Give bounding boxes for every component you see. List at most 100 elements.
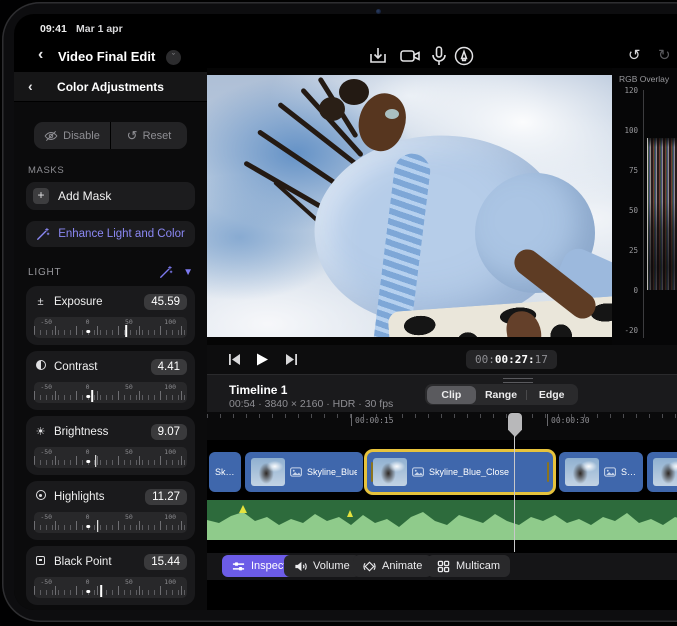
ruler-label: 0: [86, 448, 90, 456]
slider-ruler[interactable]: -50 0 50 100: [34, 447, 187, 468]
clip-name: Skyline_Blue_Close: [429, 467, 509, 477]
panel-title: Color Adjustments: [14, 72, 207, 102]
slider-value[interactable]: 4.41: [151, 359, 187, 375]
slider-cursor[interactable]: [95, 455, 97, 467]
next-frame-icon[interactable]: [283, 352, 299, 367]
ruler-label: 50: [125, 578, 133, 586]
slider-ruler[interactable]: -50 0 50 100: [34, 317, 187, 338]
scope-tick: 50: [612, 206, 638, 215]
multicam-button[interactable]: Multicam: [427, 555, 510, 577]
collapse-chevron-icon[interactable]: ▼: [183, 267, 193, 278]
enhance-label: Enhance Light and Color: [58, 228, 185, 240]
mode-edge[interactable]: Edge: [527, 386, 577, 404]
clip-name: Skyline_Blue_Wide: [307, 467, 357, 477]
ipad-mockup: 09:41 Mar 1 apr ‹ Video Final Edit ˇ: [0, 0, 677, 626]
ruler-label: 50: [125, 383, 133, 391]
audio-track[interactable]: [207, 500, 677, 540]
clip-name: S…: [621, 467, 636, 477]
eye-off-icon: [44, 130, 58, 142]
slider-brightness: ☀ Brightness 9.07 -50 0 50 100: [26, 416, 195, 475]
ruler-label: 100: [164, 513, 176, 521]
scope-tick: 0: [612, 286, 638, 295]
reset-label: Reset: [143, 130, 172, 142]
import-icon[interactable]: [366, 44, 390, 68]
panel-header: ‹ Color Adjustments: [14, 72, 207, 102]
scope-tick: -20: [612, 326, 638, 335]
black-point-icon: [34, 556, 47, 569]
slider-ruler[interactable]: -50 0 50 100: [34, 512, 187, 533]
mode-range[interactable]: Range: [476, 386, 526, 404]
slider-ruler[interactable]: -50 0 50 100: [34, 382, 187, 403]
slider-contrast: Contrast 4.41 -50 0 50 100: [26, 351, 195, 410]
microphone-icon[interactable]: [427, 44, 451, 68]
slider-ruler[interactable]: -50 0 50 100: [34, 577, 187, 598]
ruler-label: 100: [164, 318, 176, 326]
timecode-main: 00:27:: [495, 353, 535, 366]
volume-button[interactable]: Volume: [284, 555, 360, 577]
plus-minus-icon: ±: [34, 296, 47, 309]
sliders-icon: [232, 560, 245, 573]
contrast-icon: [34, 360, 47, 374]
timecode-hours: 00:: [475, 353, 495, 366]
clip-thumbnail: [373, 458, 407, 486]
disable-button[interactable]: Disable: [34, 122, 111, 149]
clip-partial-right[interactable]: [647, 452, 677, 492]
disable-reset-control: Disable ↺ Reset: [34, 122, 187, 149]
timeline-ruler[interactable]: 00:00:15 00:00:30: [207, 412, 677, 440]
panel-back-icon[interactable]: ‹: [28, 78, 33, 94]
add-mask-button[interactable]: + Add Mask: [26, 182, 195, 210]
previous-frame-icon[interactable]: [227, 352, 243, 367]
disable-label: Disable: [63, 130, 100, 142]
redo-icon[interactable]: ↻: [658, 46, 671, 64]
ruler-label: -50: [40, 448, 52, 456]
clip-name: Sk…: [215, 467, 235, 477]
slider-cursor[interactable]: [100, 585, 102, 597]
slider-value[interactable]: 15.44: [144, 554, 187, 570]
slider-cursor[interactable]: [97, 520, 99, 532]
camera-icon[interactable]: [398, 44, 422, 68]
animate-button[interactable]: Animate: [353, 555, 432, 577]
ruler-timestamp: 00:00:15: [355, 416, 394, 425]
clip-partial-s[interactable]: S…: [559, 452, 643, 492]
clip-skyline-blue-wide[interactable]: Skyline_Blue_Wide: [245, 452, 363, 492]
speaker-icon: [294, 560, 307, 573]
slider-cursor[interactable]: [91, 390, 93, 402]
timecode-display[interactable]: 00:00:27:17: [466, 350, 557, 369]
ruler-timestamp: 00:00:30: [551, 416, 590, 425]
slider-value[interactable]: 11.27: [145, 489, 187, 505]
inspect-label: Inspect: [251, 560, 286, 572]
edit-mode-control: Clip Range Edge: [425, 384, 578, 405]
slider-label: Highlights: [54, 491, 138, 503]
undo-icon[interactable]: ↺: [628, 46, 641, 64]
photo-icon: [290, 467, 302, 477]
project-title[interactable]: Video Final Edit: [58, 49, 155, 64]
back-icon[interactable]: ‹: [38, 46, 43, 64]
ruler-label: 100: [164, 448, 176, 456]
enhance-button[interactable]: Enhance Light and Color: [26, 221, 195, 247]
reset-button[interactable]: ↺ Reset: [111, 122, 187, 149]
slider-exposure: ± Exposure 45.59 -50 0 50 100: [26, 286, 195, 345]
transport-bar: 00:00:27:17: [207, 345, 677, 374]
scope-tick: 25: [612, 246, 638, 255]
auto-enhance-icon[interactable]: [159, 265, 173, 279]
pencil-draw-icon[interactable]: [452, 44, 476, 68]
tool-buttons-bar: Inspect Volume Animate: [207, 553, 677, 580]
photo-icon: [604, 467, 616, 477]
play-icon[interactable]: [253, 352, 271, 367]
mode-clip[interactable]: Clip: [427, 386, 477, 404]
chevron-down-icon[interactable]: ˇ: [166, 50, 181, 65]
waveform-display: [647, 138, 677, 290]
clip-thumbnail: [251, 458, 285, 486]
timeline-name: Timeline 1: [229, 383, 287, 397]
video-preview[interactable]: [207, 68, 612, 345]
clip-skyline-blue-close[interactable]: Skyline_Blue_Close: [367, 452, 553, 492]
scope-tick: 75: [612, 166, 638, 175]
slider-value[interactable]: 9.07: [151, 424, 187, 440]
timecode-frames: 17: [535, 353, 548, 366]
trim-handle-right[interactable]: [547, 462, 549, 482]
timeline-drag-handle[interactable]: [503, 378, 533, 383]
slider-cursor[interactable]: [125, 325, 127, 337]
clip-partial-left[interactable]: Sk…: [209, 452, 241, 492]
ruler-label: 50: [125, 448, 133, 456]
slider-value[interactable]: 45.59: [144, 294, 187, 310]
